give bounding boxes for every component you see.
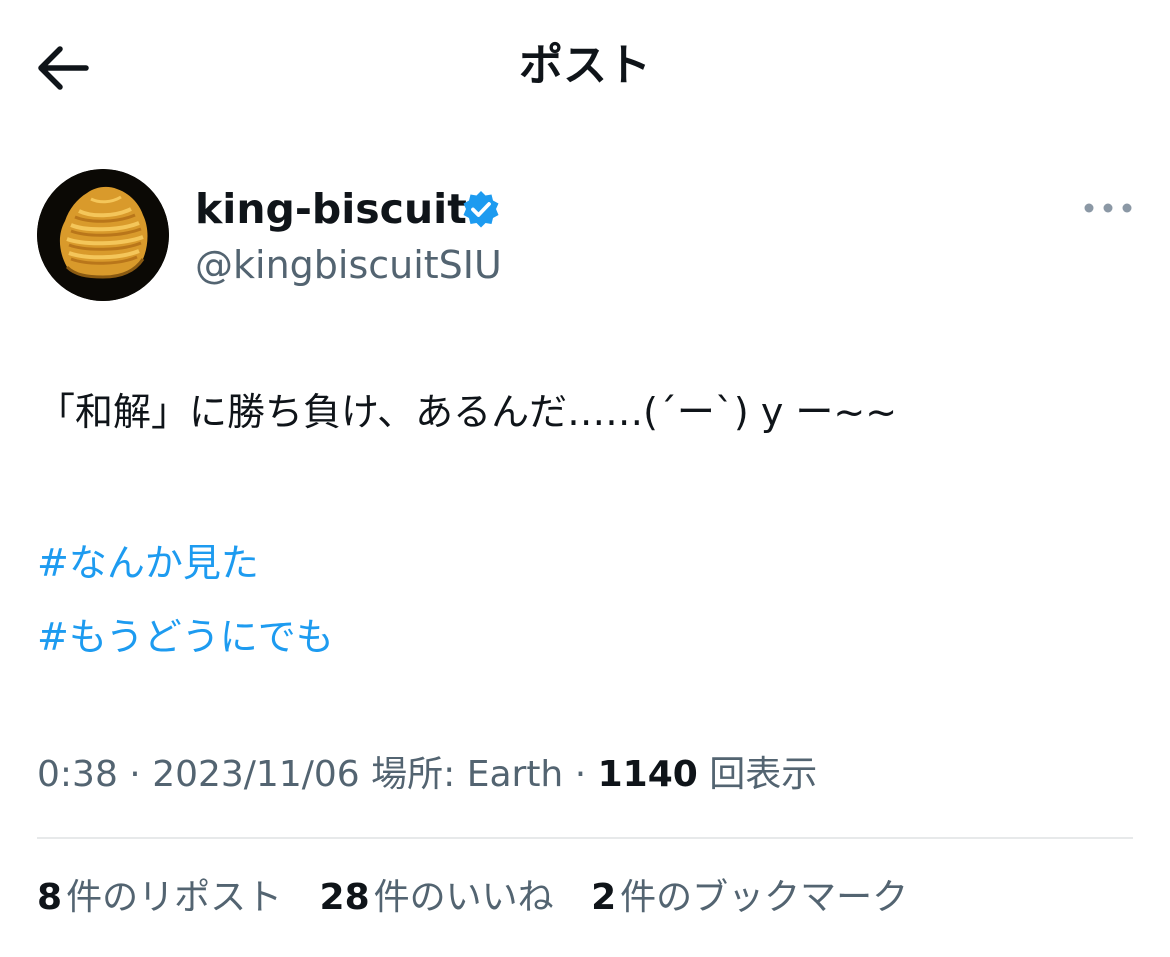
- post-metadata: 0:38 · 2023/11/06 場所: Earth · 1140 回表示: [37, 747, 817, 803]
- bookmarks-label: 件のブックマーク: [620, 877, 909, 918]
- likes-stat[interactable]: 28 件のいいね: [320, 868, 554, 928]
- post-time[interactable]: 0:38: [37, 754, 118, 795]
- author-display-name[interactable]: king-biscuit: [195, 181, 467, 237]
- hashtag-link[interactable]: #なんか見た: [37, 533, 259, 593]
- views-count[interactable]: 1140: [598, 754, 698, 795]
- avatar[interactable]: [37, 169, 169, 301]
- post-body-text: 「和解」に勝ち負け、あるんだ……(´ー`) y ー~~: [37, 390, 898, 434]
- likes-label: 件のいいね: [373, 877, 554, 918]
- separator: ·: [129, 754, 153, 795]
- author-handle[interactable]: @kingbiscuitSIU: [195, 238, 502, 292]
- verified-badge-icon: [460, 189, 502, 231]
- separator: ·: [574, 754, 598, 795]
- bookmarks-count: 2: [591, 877, 617, 918]
- top-bar: ポスト: [0, 0, 1170, 135]
- post-date[interactable]: 2023/11/06: [152, 754, 360, 795]
- hashtag-link[interactable]: #もうどうにでも: [37, 607, 334, 667]
- page-title: ポスト: [519, 40, 651, 91]
- biscuit-avatar-image: [37, 169, 169, 301]
- more-horizontal-icon: [1084, 203, 1132, 213]
- divider: [37, 837, 1133, 839]
- engagement-stats: 8 件のリポスト 28 件のいいね 2 件のブックマーク: [37, 868, 934, 928]
- reposts-label: 件のリポスト: [66, 877, 283, 918]
- reposts-count: 8: [37, 877, 63, 918]
- bookmarks-stat[interactable]: 2 件のブックマーク: [591, 868, 908, 928]
- likes-count: 28: [319, 877, 370, 918]
- more-options-button[interactable]: [1080, 192, 1136, 224]
- reposts-stat[interactable]: 8 件のリポスト: [37, 868, 282, 928]
- views-label: 回表示: [709, 754, 818, 795]
- post-location: 場所: Earth: [371, 754, 564, 795]
